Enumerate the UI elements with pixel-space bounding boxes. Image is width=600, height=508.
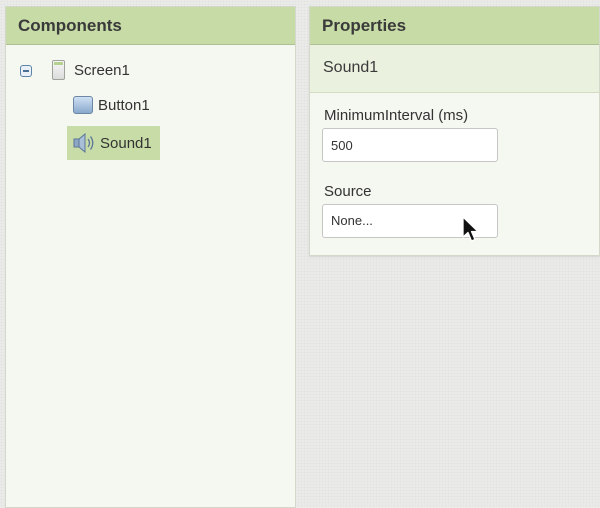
properties-header: Properties [310, 7, 599, 45]
button-icon [73, 96, 93, 114]
screen-icon [52, 60, 65, 80]
minimum-interval-input[interactable] [322, 128, 498, 162]
collapse-icon[interactable] [20, 65, 32, 77]
selected-component-name: Sound1 [310, 45, 599, 93]
tree-node-button1[interactable]: Button1 [73, 96, 150, 114]
tree-node-label: Sound1 [100, 134, 152, 152]
tree-node-label: Button1 [98, 96, 150, 114]
components-panel: Components Screen1 Button1 Sound1 [5, 6, 296, 508]
sound-icon [73, 133, 97, 153]
tree-node-sound1[interactable]: Sound1 [73, 133, 152, 153]
source-label: Source [324, 183, 372, 200]
tree-node-label: Screen1 [74, 61, 130, 79]
components-header: Components [6, 7, 295, 45]
mouse-cursor-icon [462, 216, 480, 249]
properties-panel: Properties Sound1 MinimumInterval (ms) S… [309, 6, 600, 256]
minimum-interval-label: MinimumInterval (ms) [324, 107, 469, 124]
tree-node-screen1[interactable]: Screen1 [52, 60, 130, 80]
